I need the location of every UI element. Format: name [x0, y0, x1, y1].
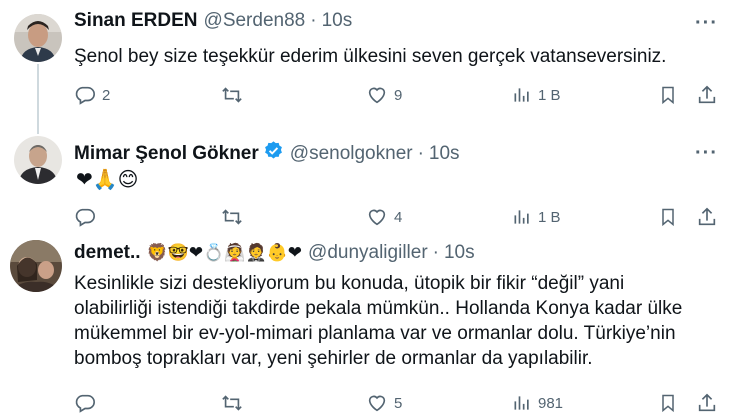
- timestamp[interactable]: 10s: [322, 10, 353, 32]
- bookmark-icon: [662, 208, 674, 227]
- bookmark-button[interactable]: [658, 206, 678, 228]
- tweet-actions: 2 9 1 B: [74, 84, 724, 112]
- retweet-icon: [222, 87, 242, 103]
- views-icon: [514, 88, 529, 102]
- tweet-sinan-erden[interactable]: Sinan ERDEN @Serden88 · 10s ··· Şenol be…: [0, 0, 730, 134]
- reply-icon: [75, 394, 95, 413]
- tweet-actions: 4 1 B: [74, 206, 724, 234]
- reply-button[interactable]: [74, 206, 102, 228]
- tweet-text: Şenol bey size teşekkür ederim ülkesini …: [74, 46, 667, 67]
- views-icon: [514, 396, 529, 410]
- bookmark-button[interactable]: [658, 84, 678, 106]
- retweet-button[interactable]: [220, 206, 250, 228]
- share-button[interactable]: [696, 206, 718, 228]
- views-button[interactable]: 981: [512, 392, 563, 414]
- retweet-icon: [222, 209, 242, 225]
- like-count: 5: [394, 394, 403, 412]
- avatar-senol-gokner[interactable]: [14, 136, 62, 184]
- like-button[interactable]: 5: [366, 392, 402, 414]
- like-icon: [368, 209, 386, 226]
- separator-dot: ·: [310, 10, 317, 31]
- view-count: 1 B: [538, 86, 561, 104]
- author-name[interactable]: Mimar Şenol Gökner: [74, 143, 259, 165]
- share-icon: [698, 393, 716, 412]
- share-button[interactable]: [696, 392, 718, 414]
- separator-dot: ·: [432, 242, 439, 263]
- more-icon[interactable]: ···: [695, 12, 718, 35]
- like-icon: [368, 395, 386, 412]
- views-button[interactable]: 1 B: [512, 206, 561, 228]
- share-button[interactable]: [696, 84, 718, 106]
- like-count: 9: [394, 86, 403, 104]
- avatar-demet[interactable]: [10, 240, 62, 292]
- tweet-text-line: olabilirliği istendiği takdirde pekala m…: [74, 298, 683, 319]
- tweet-senol-gokner[interactable]: Mimar Şenol Gökner @senolgokner · 10s ··…: [0, 128, 730, 234]
- share-icon: [698, 85, 716, 104]
- bookmark-button[interactable]: [658, 392, 678, 414]
- views-button[interactable]: 1 B: [512, 84, 561, 106]
- reply-icon: [75, 86, 95, 105]
- tweet-text: Kesinlikle sizi destekliyorum bu konuda,…: [74, 271, 682, 371]
- retweet-button[interactable]: [220, 392, 250, 414]
- views-icon: [514, 210, 529, 224]
- share-icon: [698, 207, 716, 226]
- verified-icon: [263, 140, 284, 167]
- reply-button[interactable]: [74, 392, 102, 414]
- like-button[interactable]: 4: [366, 206, 402, 228]
- tweet-actions: 5 981: [74, 392, 724, 420]
- tweet-text-line: Kesinlikle sizi destekliyorum bu konuda,…: [74, 273, 625, 294]
- retweet-icon: [222, 395, 242, 411]
- like-icon: [368, 87, 386, 104]
- avatar-sinan-erden[interactable]: [14, 14, 62, 62]
- view-count: 981: [538, 394, 564, 412]
- tweet-text: ❤🙏😊: [76, 169, 139, 191]
- name-emojis: 🦁🤓❤💍👰🤵👶❤: [146, 243, 303, 262]
- tweet-text-line: bomboş toprakları var, yeni şehirler de …: [74, 348, 593, 369]
- author-handle[interactable]: @Serden88: [204, 10, 306, 32]
- tweet-demet[interactable]: demet.. 🦁🤓❤💍👰🤵👶❤ @dunyaligiller · 10s Ke…: [0, 234, 730, 420]
- like-button[interactable]: 9: [366, 84, 402, 106]
- timestamp[interactable]: 10s: [444, 242, 475, 264]
- more-icon[interactable]: ···: [695, 142, 718, 165]
- view-count: 1 B: [538, 208, 561, 226]
- author-name[interactable]: Sinan ERDEN: [74, 10, 198, 32]
- retweet-button[interactable]: [220, 84, 250, 106]
- reply-icon: [75, 208, 95, 227]
- tweet-text-line: mükemmel bir ev-yol-mimari planlama var …: [74, 323, 676, 344]
- bookmark-icon: [662, 394, 674, 413]
- author-handle[interactable]: @senolgokner: [290, 143, 413, 165]
- bookmark-icon: [662, 86, 674, 105]
- author-name[interactable]: demet..: [74, 242, 141, 264]
- timestamp[interactable]: 10s: [429, 143, 460, 165]
- author-handle[interactable]: @dunyaligiller: [308, 242, 428, 264]
- separator-dot: ·: [417, 142, 424, 164]
- like-count: 4: [394, 208, 403, 226]
- reply-button[interactable]: 2: [74, 84, 110, 106]
- reply-count: 2: [102, 86, 111, 104]
- thread-line: [37, 64, 39, 134]
